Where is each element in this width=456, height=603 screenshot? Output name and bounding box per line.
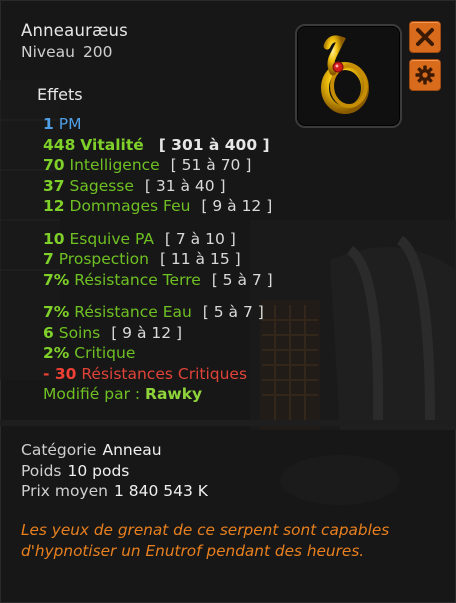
effect-value: 70	[43, 156, 65, 174]
effect-esquive-pa: 10 Esquive PA [ 7 à 10 ]	[43, 229, 308, 250]
modified-by-value: Rawky	[145, 385, 203, 403]
effect-pm: 1 PM	[43, 114, 308, 135]
effects-heading: Effets	[37, 85, 83, 104]
effect-modifie-par: Modifié par : Rawky	[43, 384, 308, 405]
effect-range: [ 9 à 12 ]	[111, 323, 183, 342]
effect-name: Soins	[58, 323, 101, 342]
effect-range: [ 301 à 400 ]	[158, 135, 270, 154]
effect-resistance-eau: 7% Résistance Eau [ 5 à 7 ]	[43, 302, 308, 323]
effect-range: [ 5 à 7 ]	[202, 303, 264, 321]
effect-soins: 6 Soins [ 9 à 12 ]	[43, 323, 308, 344]
effect-name: Sagesse	[69, 176, 134, 195]
effect-name: Résistances Critiques	[81, 364, 248, 383]
item-tooltip-panel: Anneauræus Niveau 200 Effets 1 PM 448 Vi…	[0, 0, 456, 603]
close-icon	[416, 28, 434, 46]
effect-sagesse: 37 Sagesse [ 31 à 40 ]	[43, 176, 308, 197]
price-label: Prix moyen	[21, 482, 108, 500]
effect-value: 12	[43, 197, 65, 215]
modified-by-label: Modifié par :	[43, 385, 141, 403]
effect-intelligence: 70 Intelligence [ 51 à 70 ]	[43, 155, 308, 176]
effect-value: 10	[43, 229, 65, 248]
effect-value: 37	[43, 176, 65, 195]
effect-value: - 30	[43, 364, 77, 383]
effect-name: Esquive PA	[69, 229, 154, 248]
settings-button[interactable]	[409, 59, 441, 91]
effects-list: 1 PM 448 Vitalité [ 301 à 400 ] 70 Intel…	[43, 114, 308, 405]
effect-range: [ 9 à 12 ]	[201, 197, 273, 215]
effect-name: Résistance Terre	[74, 270, 201, 289]
level-label: Niveau	[21, 43, 75, 61]
effect-name: Résistance Eau	[74, 303, 192, 321]
info-weight: Poids 10 pods	[21, 461, 208, 482]
effect-dommages-feu: 12 Dommages Feu [ 9 à 12 ]	[43, 196, 308, 217]
weight-label: Poids	[21, 461, 62, 480]
effect-value: 6	[43, 323, 54, 342]
effect-value: 7%	[43, 270, 70, 289]
effect-critique: 2% Critique	[43, 343, 308, 364]
effect-range: [ 31 à 40 ]	[144, 176, 226, 195]
effect-resistance-terre: 7% Résistance Terre [ 5 à 7 ]	[43, 270, 308, 291]
item-description: Les yeux de grenat de ce serpent sont ca…	[21, 521, 390, 560]
effect-value: 7	[43, 250, 54, 268]
weight-value: 10 pods	[67, 461, 130, 480]
item-name: Anneauræus	[21, 21, 128, 40]
effect-value: 7%	[43, 303, 70, 321]
category-label: Catégorie	[21, 441, 97, 459]
price-value: 1 840 543 K	[113, 482, 208, 500]
effect-value: 448	[43, 135, 76, 154]
effect-vitalite: 448 Vitalité [ 301 à 400 ]	[43, 135, 308, 156]
gear-icon	[415, 65, 435, 85]
effect-name: Intelligence	[69, 156, 160, 174]
effect-name: PM	[58, 115, 82, 133]
effect-name: Dommages Feu	[69, 197, 191, 215]
effect-value: 2%	[43, 344, 70, 362]
item-info: Catégorie Anneau Poids 10 pods Prix moyen 1…	[21, 440, 208, 502]
effect-range: [ 51 à 70 ]	[170, 156, 252, 174]
level-value: 200	[82, 43, 113, 61]
effect-value: 1	[43, 115, 54, 133]
effect-name: Critique	[74, 344, 136, 362]
effect-name: Prospection	[58, 250, 149, 268]
ring-icon	[321, 35, 369, 114]
effect-range: [ 5 à 7 ]	[211, 270, 273, 289]
close-button[interactable]	[409, 21, 441, 53]
item-image-frame	[295, 24, 402, 128]
effect-range: [ 11 à 15 ]	[159, 250, 241, 268]
info-price: Prix moyen 1 840 543 K	[21, 481, 208, 502]
item-level: Niveau 200	[21, 43, 113, 61]
effect-prospection: 7 Prospection [ 11 à 15 ]	[43, 249, 308, 270]
info-category: Catégorie Anneau	[21, 440, 208, 461]
category-value: Anneau	[102, 441, 162, 459]
effect-resistances-critiques: - 30 Résistances Critiques	[43, 364, 308, 385]
effect-name: Vitalité	[80, 135, 144, 154]
effect-range: [ 7 à 10 ]	[164, 229, 236, 248]
